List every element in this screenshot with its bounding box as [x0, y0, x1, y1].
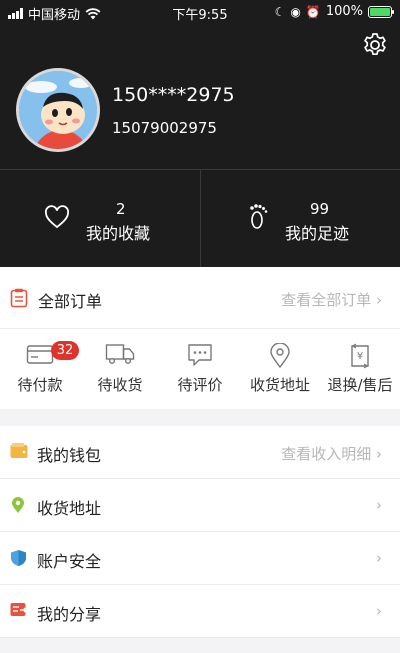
profile-header: 中国移动 下午9:55 ☾ ◉ ⏰ 100% 150****2975 15079…	[0, 0, 400, 268]
orders-card: 全部订单 查看全部订单 › 32 待付款 待收货 待评价 收货地址 ¥ 退换/售…	[0, 267, 400, 409]
location-icon	[270, 343, 290, 369]
all-orders-title: 全部订单	[38, 292, 103, 311]
chevron-right-icon: ›	[376, 602, 382, 620]
chevron-right-icon: ›	[376, 496, 382, 514]
view-income-link[interactable]: 查看收入明细 ›	[281, 443, 382, 464]
order-pending-review[interactable]: 待评价	[160, 329, 240, 409]
truck-icon	[105, 344, 135, 364]
shield-icon	[11, 550, 26, 566]
history-count: 99	[310, 200, 330, 218]
menu-item-wallet[interactable]: 我的钱包 查看收入明细 ›	[0, 426, 400, 479]
menu-item-label: 账户安全	[37, 552, 102, 571]
wallet-icon	[26, 345, 54, 364]
all-orders-row[interactable]: 全部订单 查看全部订单 ›	[0, 267, 400, 329]
settings-menu: 我的钱包 查看收入明细 › 收货地址 › 账户安全 › 我的分享 ›	[0, 426, 400, 638]
favorites-label: 我的收藏	[86, 224, 151, 243]
share-icon	[10, 603, 28, 616]
order-item-label: 待评价	[177, 376, 223, 394]
view-income-label: 查看收入明细	[281, 445, 372, 463]
status-bar: 中国移动 下午9:55 ☾ ◉ ⏰ 100%	[0, 0, 400, 24]
order-shipping-address[interactable]: 收货地址	[240, 329, 320, 409]
heart-icon	[45, 205, 69, 229]
moon-icon: ☾	[274, 4, 286, 19]
avatar[interactable]	[16, 68, 100, 152]
order-pending-payment[interactable]: 32 待付款	[0, 329, 80, 409]
history-stat[interactable]: 99 我的足迹	[200, 170, 400, 268]
chevron-right-icon: ›	[376, 549, 382, 567]
menu-item-security[interactable]: 账户安全 ›	[0, 532, 400, 585]
menu-item-address[interactable]: 收货地址 ›	[0, 479, 400, 532]
favorites-stat[interactable]: 2 我的收藏	[0, 170, 200, 268]
chevron-right-icon: ›	[376, 445, 382, 463]
order-pending-receipt[interactable]: 待收货	[80, 329, 160, 409]
settings-gear-icon[interactable]	[362, 32, 388, 58]
battery-icon	[368, 5, 394, 18]
avatar-image	[19, 71, 97, 149]
menu-item-share[interactable]: 我的分享 ›	[0, 585, 400, 638]
location-icon	[12, 497, 24, 513]
wallet-icon	[10, 443, 28, 458]
masked-phone: 150****2975	[112, 84, 235, 106]
order-item-label: 收货地址	[249, 376, 310, 394]
order-item-label: 退换/售后	[327, 376, 393, 394]
chevron-right-icon: ›	[376, 291, 382, 309]
alarm-icon: ⏰	[305, 4, 321, 19]
view-all-orders-link[interactable]: 查看全部订单 ›	[281, 289, 382, 310]
menu-item-label: 我的钱包	[37, 446, 102, 465]
lock-rotation-icon: ◉	[290, 4, 301, 19]
order-item-label: 待收货	[97, 376, 143, 394]
order-list-icon	[10, 288, 28, 308]
menu-item-label: 收货地址	[37, 499, 102, 518]
favorites-count: 2	[116, 200, 126, 218]
order-status-row: 32 待付款 待收货 待评价 收货地址 ¥ 退换/售后	[0, 329, 400, 409]
order-item-label: 待付款	[17, 376, 63, 394]
battery-percent: 100%	[325, 4, 363, 19]
refund-icon: ¥	[351, 343, 369, 369]
order-refund[interactable]: ¥ 退换/售后	[320, 329, 400, 409]
comment-icon	[188, 344, 212, 366]
phone-number: 15079002975	[112, 119, 217, 137]
stats-row: 2 我的收藏 99 我的足迹	[0, 169, 400, 268]
pending-payment-badge: 32	[51, 341, 79, 360]
menu-item-label: 我的分享	[37, 605, 102, 624]
footprint-icon	[250, 204, 268, 229]
svg-text:¥: ¥	[357, 351, 363, 362]
view-all-orders-label: 查看全部订单	[281, 291, 372, 309]
history-label: 我的足迹	[285, 224, 350, 243]
